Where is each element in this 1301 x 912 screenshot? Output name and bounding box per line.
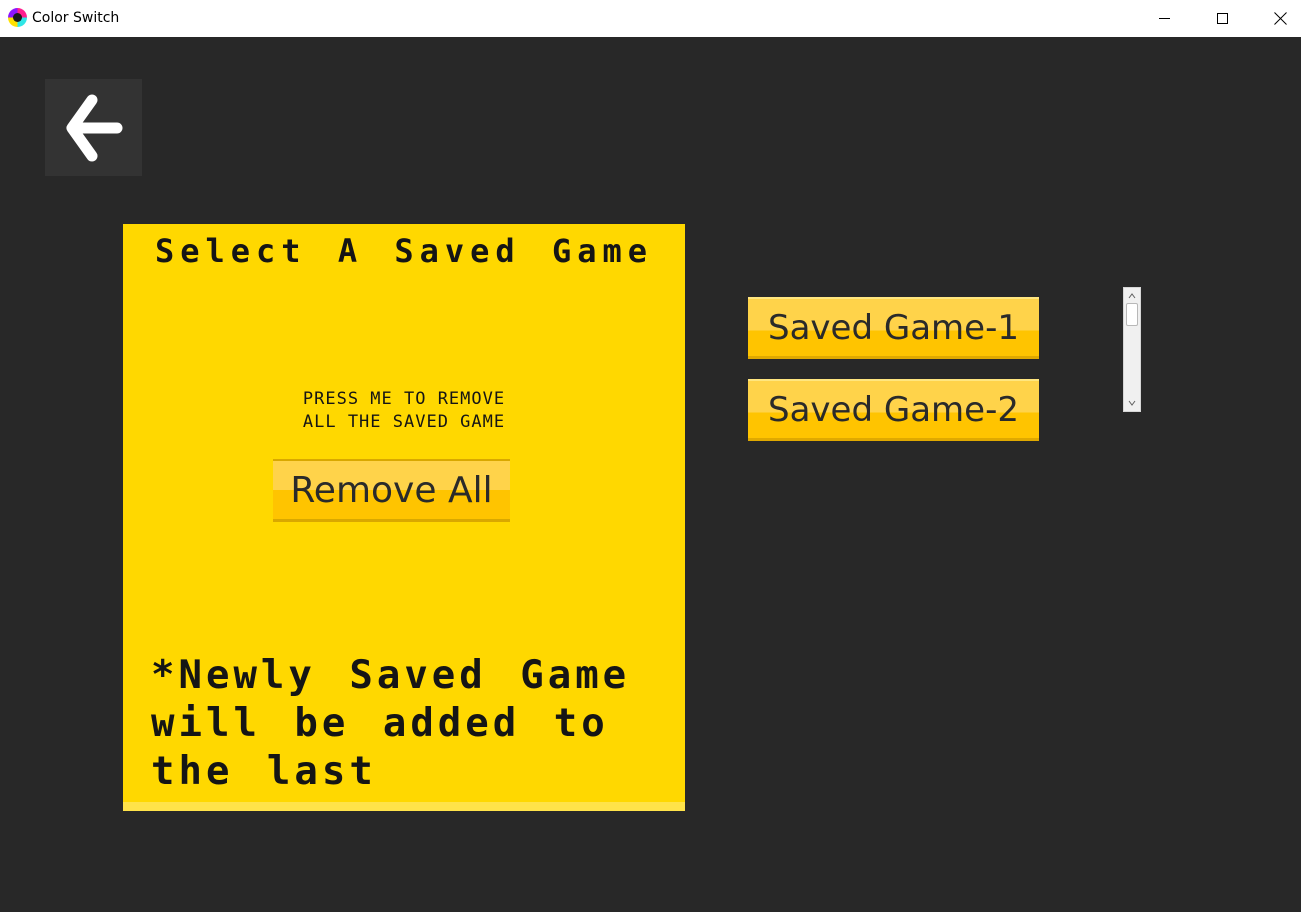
maximize-button[interactable] xyxy=(1193,0,1251,37)
minimize-icon xyxy=(1158,18,1170,19)
back-button[interactable] xyxy=(45,79,142,176)
note-line-3: the last xyxy=(151,749,377,794)
saved-game-1-button[interactable]: Saved Game-1 xyxy=(748,297,1039,359)
close-icon xyxy=(1274,12,1287,25)
note-line-2: will be added to xyxy=(151,701,609,746)
color-wheel-icon xyxy=(8,8,27,27)
note-line-1: *Newly Saved Game xyxy=(151,653,631,698)
saved-games-scrollbar[interactable] xyxy=(1123,287,1141,412)
remove-hint-line-1: PRESS ME TO REMOVE xyxy=(302,389,506,409)
minimize-button[interactable] xyxy=(1135,0,1193,37)
title-bar: Color Switch xyxy=(0,0,1301,37)
saved-game-panel: Select A Saved Game PRESS ME TO REMOVE A… xyxy=(123,224,685,811)
close-button[interactable] xyxy=(1251,0,1301,37)
scroll-down-icon[interactable] xyxy=(1128,399,1136,407)
remove-hint-line-2: ALL THE SAVED GAME xyxy=(302,412,506,432)
remove-hint: PRESS ME TO REMOVE ALL THE SAVED GAME xyxy=(123,388,685,434)
back-arrow-icon xyxy=(66,94,122,161)
saved-game-2-button[interactable]: Saved Game-2 xyxy=(748,379,1039,441)
maximize-icon xyxy=(1216,13,1228,24)
scroll-thumb[interactable] xyxy=(1126,303,1138,326)
scroll-up-icon[interactable] xyxy=(1128,292,1136,300)
panel-title: Select A Saved Game xyxy=(154,232,654,270)
remove-all-button[interactable]: Remove All xyxy=(273,459,510,522)
new-save-note: *Newly Saved Game will be added to the l… xyxy=(151,652,671,796)
window-title: Color Switch xyxy=(32,10,120,26)
